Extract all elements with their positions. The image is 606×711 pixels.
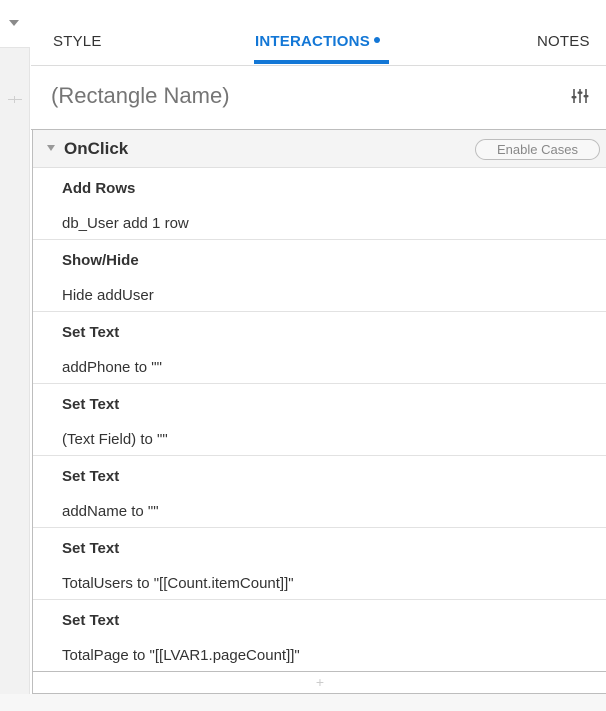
tab-style[interactable]: STYLE xyxy=(53,33,102,50)
interaction-settings-icon[interactable] xyxy=(570,86,590,106)
action-name: Show/Hide xyxy=(62,252,139,269)
tab-notes[interactable]: NOTES xyxy=(537,33,590,50)
interaction-event-block: OnClick Enable Cases Add Rows db_User ad… xyxy=(32,130,606,694)
left-pane-edge xyxy=(0,0,30,711)
action-detail: addPhone to "" xyxy=(62,359,162,376)
action-item[interactable]: Set Text addName to "" xyxy=(33,456,606,528)
tab-interactions[interactable]: INTERACTIONS xyxy=(255,33,380,50)
action-detail: db_User add 1 row xyxy=(62,215,189,232)
widget-name-input[interactable] xyxy=(51,83,531,109)
enable-cases-button[interactable]: Enable Cases xyxy=(475,139,600,160)
inspector-tabs: STYLE INTERACTIONS NOTES xyxy=(31,0,606,66)
action-item[interactable]: Set Text addPhone to "" xyxy=(33,312,606,384)
event-header[interactable]: OnClick Enable Cases xyxy=(33,130,606,168)
collapse-caret-icon[interactable] xyxy=(9,20,19,26)
action-name: Set Text xyxy=(62,468,120,485)
action-detail: (Text Field) to "" xyxy=(62,431,168,448)
action-item[interactable]: Set Text TotalUsers to "[[Count.itemCoun… xyxy=(33,528,606,600)
inspector-panel: STYLE INTERACTIONS NOTES OnClick Enable … xyxy=(31,0,606,711)
add-action-button[interactable]: + xyxy=(33,672,606,693)
event-title: OnClick xyxy=(64,139,129,158)
action-detail: addName to "" xyxy=(62,503,159,520)
ruler-tick xyxy=(8,99,22,100)
action-name: Set Text xyxy=(62,396,120,413)
active-tab-indicator xyxy=(254,60,389,64)
action-name: Set Text xyxy=(62,612,120,629)
action-item[interactable]: Add Rows db_User add 1 row xyxy=(33,168,606,240)
expand-caret-icon[interactable] xyxy=(47,145,55,151)
plus-icon: + xyxy=(315,674,325,690)
action-item[interactable]: Show/Hide Hide addUser xyxy=(33,240,606,312)
action-list: Add Rows db_User add 1 row Show/Hide Hid… xyxy=(33,168,606,672)
widget-name-row xyxy=(31,66,606,130)
ruler-tick-vertical xyxy=(14,96,15,103)
action-name: Set Text xyxy=(62,540,120,557)
action-detail: Hide addUser xyxy=(62,287,154,304)
action-item[interactable]: Set Text TotalPage to "[[LVAR1.pageCount… xyxy=(33,600,606,672)
bottom-spacer xyxy=(0,694,606,711)
action-item[interactable]: Set Text (Text Field) to "" xyxy=(33,384,606,456)
action-detail: TotalPage to "[[LVAR1.pageCount]]" xyxy=(62,647,300,664)
modified-dot-icon xyxy=(373,37,380,43)
tab-interactions-label: INTERACTIONS xyxy=(255,33,370,50)
action-name: Set Text xyxy=(62,324,120,341)
action-name: Add Rows xyxy=(62,180,136,197)
action-detail: TotalUsers to "[[Count.itemCount]]" xyxy=(62,575,294,592)
